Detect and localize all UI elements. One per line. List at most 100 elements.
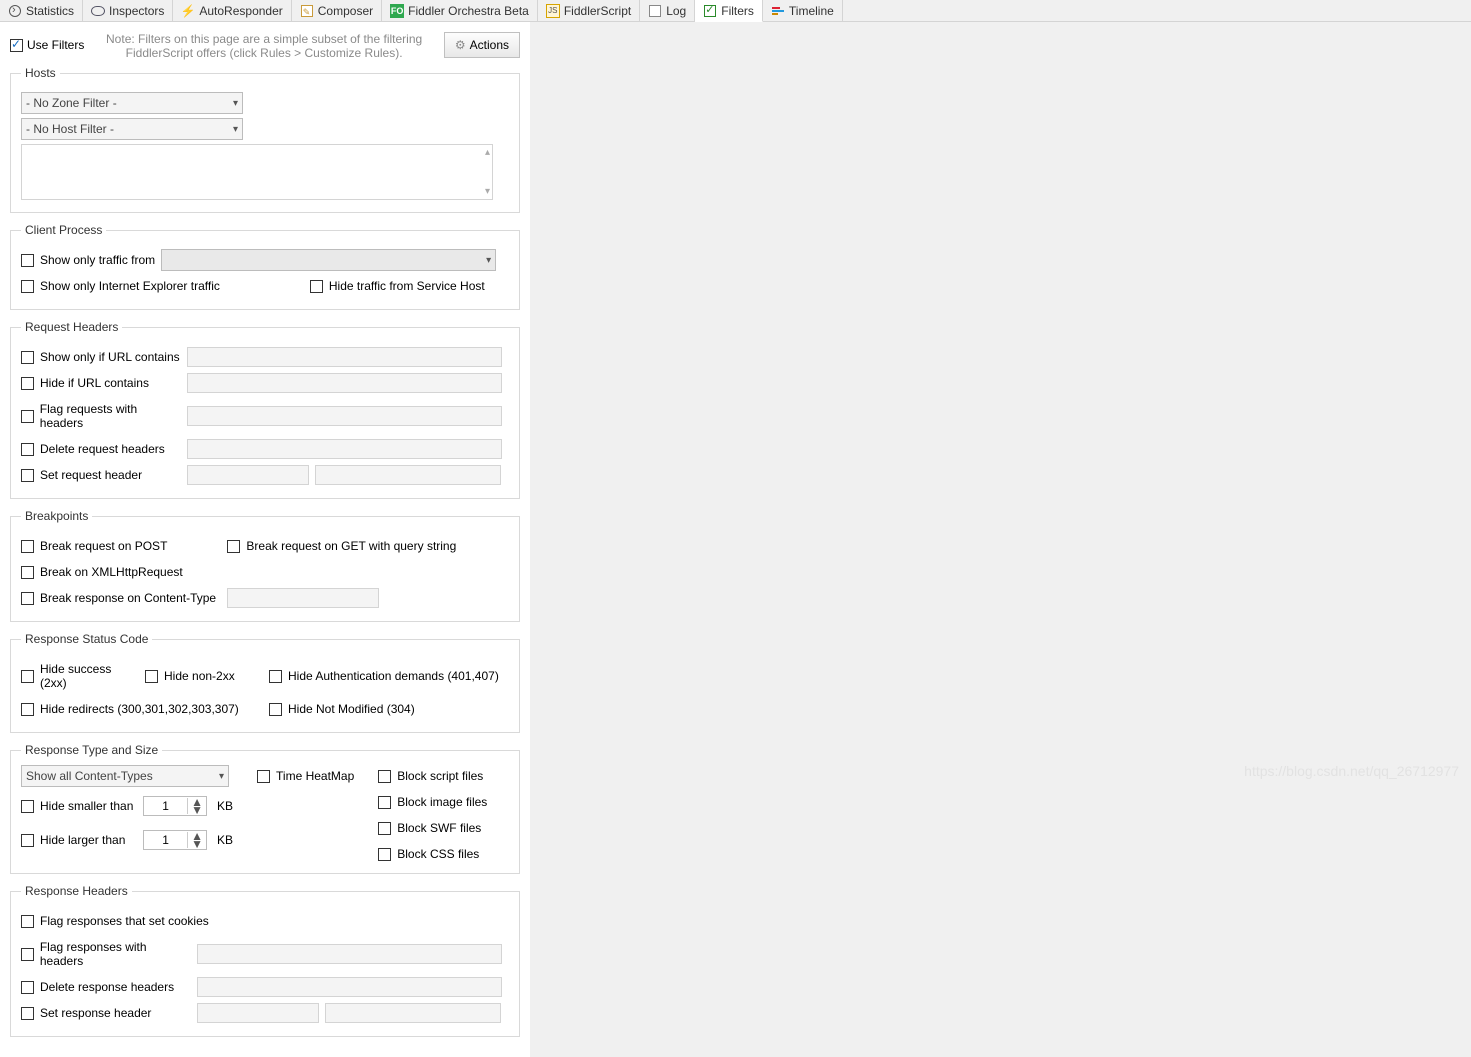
hide-smaller-stepper[interactable]: 1▲▼: [143, 796, 207, 816]
chevron-down-icon: ▾: [233, 124, 238, 135]
use-filters-checkbox[interactable]: Use Filters: [10, 38, 84, 52]
label: Set response header: [40, 1006, 151, 1020]
bp-legend: Breakpoints: [21, 509, 92, 523]
filters-note: Note: Filters on this page are a simple …: [94, 32, 434, 60]
spin-down-icon[interactable]: ▼: [188, 840, 206, 848]
zone-filter-dropdown[interactable]: - No Zone Filter -▾: [21, 92, 243, 114]
fiddlerscript-icon: JS: [546, 4, 560, 18]
break-content-type-checkbox[interactable]: Break response on Content-Type: [21, 591, 221, 605]
tab-timeline[interactable]: Timeline: [763, 0, 843, 21]
label: Set request header: [40, 468, 142, 482]
label: Hide success (2xx): [40, 662, 141, 690]
scroll-up-icon[interactable]: ▴: [485, 147, 490, 158]
hide-auth-checkbox[interactable]: Hide Authentication demands (401,407): [269, 669, 499, 683]
value: 1: [144, 799, 187, 813]
flag-resp-headers-checkbox[interactable]: Flag responses with headers: [21, 940, 191, 968]
set-resp-header-name-input[interactable]: [197, 1003, 319, 1023]
block-image-checkbox[interactable]: Block image files: [378, 795, 487, 809]
label: Block image files: [397, 795, 487, 809]
tab-log[interactable]: Log: [640, 0, 695, 21]
break-get-query-checkbox[interactable]: Break request on GET with query string: [227, 539, 456, 553]
hide-service-host-checkbox[interactable]: Hide traffic from Service Host: [310, 279, 485, 293]
reqh-legend: Request Headers: [21, 320, 122, 334]
content-type-dropdown[interactable]: Show all Content-Types▾: [21, 765, 229, 787]
tab-inspectors[interactable]: Inspectors: [83, 0, 173, 21]
set-resp-header-checkbox[interactable]: Set response header: [21, 1006, 191, 1020]
tab-autoresponder[interactable]: AutoResponder: [173, 0, 291, 21]
label: Break request on POST: [40, 539, 167, 553]
host-list-textarea[interactable]: ▴▾: [21, 144, 493, 200]
hide-smaller-checkbox[interactable]: Hide smaller than: [21, 799, 137, 813]
use-filters-label: Use Filters: [27, 38, 84, 52]
flag-req-headers-input[interactable]: [187, 406, 502, 426]
set-req-header-checkbox[interactable]: Set request header: [21, 468, 181, 482]
hide-url-contains-input[interactable]: [187, 373, 502, 393]
set-req-header-name-input[interactable]: [187, 465, 309, 485]
actions-button[interactable]: Actions: [444, 32, 520, 58]
hosts-group: Hosts - No Zone Filter -▾ - No Host Filt…: [10, 66, 520, 213]
tab-label: Log: [666, 4, 686, 18]
show-url-contains-input[interactable]: [187, 347, 502, 367]
hide-304-checkbox[interactable]: Hide Not Modified (304): [269, 702, 415, 716]
show-only-traffic-from-checkbox[interactable]: Show only traffic from: [21, 253, 155, 267]
set-resp-header-value-input[interactable]: [325, 1003, 501, 1023]
orchestra-icon: FO: [390, 4, 404, 18]
time-heatmap-checkbox[interactable]: Time HeatMap: [257, 769, 354, 783]
block-script-checkbox[interactable]: Block script files: [378, 769, 487, 783]
delete-req-headers-checkbox[interactable]: Delete request headers: [21, 442, 181, 456]
label: Hide larger than: [40, 833, 125, 847]
label: Break response on Content-Type: [40, 591, 216, 605]
break-post-checkbox[interactable]: Break request on POST: [21, 539, 167, 553]
inspectors-icon: [91, 4, 105, 18]
label: Show only Internet Explorer traffic: [40, 279, 220, 293]
request-headers-group: Request Headers Show only if URL contain…: [10, 320, 520, 499]
tab-label: Filters: [721, 4, 754, 18]
delete-resp-headers-checkbox[interactable]: Delete response headers: [21, 980, 191, 994]
resph-legend: Response Headers: [21, 884, 132, 898]
label: Delete response headers: [40, 980, 174, 994]
show-only-ie-checkbox[interactable]: Show only Internet Explorer traffic: [21, 279, 220, 293]
hide-larger-checkbox[interactable]: Hide larger than: [21, 833, 137, 847]
hide-2xx-checkbox[interactable]: Hide success (2xx): [21, 662, 141, 690]
label: Break request on GET with query string: [246, 539, 456, 553]
chevron-down-icon: ▾: [233, 98, 238, 109]
log-icon: [648, 4, 662, 18]
spin-up-icon[interactable]: ▲: [188, 798, 206, 806]
flag-resp-headers-input[interactable]: [197, 944, 502, 964]
block-swf-checkbox[interactable]: Block SWF files: [378, 821, 487, 835]
label: Block SWF files: [397, 821, 481, 835]
hide-url-contains-checkbox[interactable]: Hide if URL contains: [21, 376, 181, 390]
scroll-down-icon[interactable]: ▾: [485, 186, 490, 197]
break-xhr-checkbox[interactable]: Break on XMLHttpRequest: [21, 565, 183, 579]
hide-redirects-checkbox[interactable]: Hide redirects (300,301,302,303,307): [21, 702, 265, 716]
process-dropdown[interactable]: ▾: [161, 249, 496, 271]
set-req-header-value-input[interactable]: [315, 465, 501, 485]
label: Hide non-2xx: [164, 669, 235, 683]
hosts-legend: Hosts: [21, 66, 60, 80]
tab-filters[interactable]: Filters: [695, 0, 763, 22]
flag-req-headers-checkbox[interactable]: Flag requests with headers: [21, 402, 181, 430]
label: Block CSS files: [397, 847, 479, 861]
show-url-contains-checkbox[interactable]: Show only if URL contains: [21, 350, 181, 364]
tab-composer[interactable]: Composer: [292, 0, 382, 21]
delete-req-headers-input[interactable]: [187, 439, 502, 459]
break-content-type-input[interactable]: [227, 588, 379, 608]
block-css-checkbox[interactable]: Block CSS files: [378, 847, 487, 861]
tab-fiddlerscript[interactable]: JSFiddlerScript: [538, 0, 640, 21]
tab-statistics[interactable]: Statistics: [0, 0, 83, 21]
watermark: https://blog.csdn.net/qq_26712977: [1244, 763, 1459, 779]
hide-larger-stepper[interactable]: 1▲▼: [143, 830, 207, 850]
hide-non-2xx-checkbox[interactable]: Hide non-2xx: [145, 669, 265, 683]
breakpoints-group: Breakpoints Break request on POST Break …: [10, 509, 520, 622]
host-filter-dropdown[interactable]: - No Host Filter -▾: [21, 118, 243, 140]
label: Hide smaller than: [40, 799, 133, 813]
label: Delete request headers: [40, 442, 165, 456]
delete-resp-headers-input[interactable]: [197, 977, 502, 997]
tab-orchestra[interactable]: FO Fiddler Orchestra Beta: [382, 0, 538, 21]
spin-up-icon[interactable]: ▲: [188, 832, 206, 840]
flag-cookies-checkbox[interactable]: Flag responses that set cookies: [21, 914, 209, 928]
label: Flag requests with headers: [40, 402, 181, 430]
filters-icon: [703, 4, 717, 18]
spin-down-icon[interactable]: ▼: [188, 806, 206, 814]
tab-label: Fiddler Orchestra Beta: [408, 4, 529, 18]
